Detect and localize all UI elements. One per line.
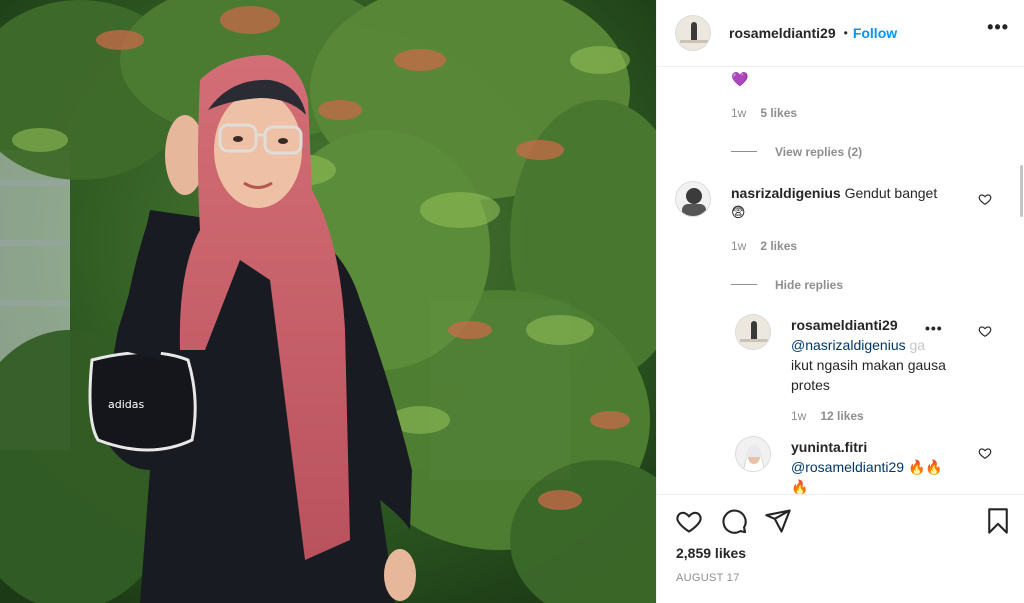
comment-time: 1w bbox=[731, 106, 747, 120]
more-options-icon[interactable]: ••• bbox=[987, 18, 1009, 36]
reply-mention[interactable]: @rosameldianti29 bbox=[791, 459, 904, 475]
author-username[interactable]: rosameldianti29 bbox=[729, 25, 836, 41]
bookmark-icon[interactable] bbox=[984, 507, 1012, 535]
comment-body: nasrizaldigenius Gendut banget bbox=[731, 183, 971, 203]
post-actions: 2,859 likes AUGUST 17 bbox=[657, 494, 1024, 603]
reply-mention[interactable]: @nasrizaldigenius bbox=[791, 337, 906, 353]
reply-time: 1w bbox=[791, 409, 807, 423]
post-detail-panel: rosameldianti29 • Follow ••• 💜 1w 5 likes… bbox=[656, 0, 1024, 603]
post-date[interactable]: AUGUST 17 bbox=[676, 572, 740, 584]
reply-avatar[interactable] bbox=[735, 314, 771, 350]
reply-text-line3: protes bbox=[791, 377, 830, 393]
reply-like-heart-icon[interactable] bbox=[978, 446, 992, 460]
reply-avatar[interactable] bbox=[735, 436, 771, 472]
reply-body: rosameldianti29 @nasrizaldigenius ga iku… bbox=[791, 315, 981, 395]
comment-likes[interactable]: 2 likes bbox=[760, 239, 797, 253]
commenter-avatar-image bbox=[676, 182, 710, 216]
reply-username[interactable]: yuninta.fitri bbox=[791, 439, 867, 455]
comment-row bbox=[675, 181, 711, 217]
reply-avatar-image bbox=[736, 315, 770, 349]
replies-line bbox=[731, 151, 757, 153]
reply-more-icon[interactable]: ••• bbox=[925, 321, 943, 335]
post-header: rosameldianti29 • Follow ••• bbox=[657, 0, 1024, 67]
author-avatar[interactable] bbox=[675, 15, 711, 51]
comment-bubble-icon[interactable] bbox=[720, 507, 748, 535]
comments-scrollbar[interactable] bbox=[1020, 165, 1023, 217]
header-separator: • bbox=[843, 26, 848, 40]
replies-line bbox=[731, 284, 757, 286]
post-photo[interactable]: adidas bbox=[0, 0, 656, 603]
commenter-avatar[interactable] bbox=[675, 181, 711, 217]
post-likes-count[interactable]: 2,859 likes bbox=[676, 545, 746, 561]
hide-replies-link[interactable]: Hide replies bbox=[775, 278, 843, 292]
reply-emoji: 🔥🔥 bbox=[907, 459, 943, 475]
reply-body: yuninta.fitri @rosameldianti29 🔥🔥 🔥 bbox=[791, 437, 981, 494]
reply-emoji-line2: 🔥 bbox=[791, 479, 809, 494]
comment-emoji: 💜 bbox=[731, 71, 749, 87]
svg-text:adidas: adidas bbox=[108, 398, 145, 411]
view-replies-link[interactable]: View replies (2) bbox=[775, 145, 862, 159]
heart-outline-icon[interactable] bbox=[675, 507, 703, 535]
commenter-username[interactable]: nasrizaldigenius bbox=[731, 185, 841, 201]
comment-text: Gendut banget bbox=[844, 185, 938, 201]
hide-replies-row[interactable]: Hide replies bbox=[731, 276, 843, 294]
author-avatar-image bbox=[676, 16, 710, 50]
reply-text-faded: ga bbox=[909, 337, 926, 353]
paper-plane-icon[interactable] bbox=[764, 507, 792, 535]
comment-time: 1w bbox=[731, 239, 747, 253]
post-photo-image: adidas bbox=[0, 0, 656, 603]
comment-like-heart-icon[interactable] bbox=[978, 192, 992, 206]
reply-avatar-wrap bbox=[735, 314, 771, 350]
comment-emoji: 😨 bbox=[731, 204, 746, 220]
comment-meta: 1w 2 likes bbox=[731, 239, 797, 253]
reply-avatar-wrap bbox=[735, 436, 771, 472]
view-replies-row[interactable]: View replies (2) bbox=[731, 143, 862, 161]
follow-button[interactable]: Follow bbox=[853, 25, 897, 41]
comment-likes[interactable]: 5 likes bbox=[760, 106, 797, 120]
comments-list[interactable]: 💜 1w 5 likes View replies (2) nasrizaldig… bbox=[657, 67, 1024, 494]
reply-username[interactable]: rosameldianti29 bbox=[791, 317, 898, 333]
reply-likes[interactable]: 12 likes bbox=[820, 409, 863, 423]
reply-like-heart-icon[interactable] bbox=[978, 324, 992, 338]
reply-meta: 1w 12 likes bbox=[791, 409, 864, 423]
comment-meta: 1w 5 likes bbox=[731, 106, 797, 120]
reply-text-line2: ikut ngasih makan gausa bbox=[791, 357, 946, 373]
reply-avatar-image bbox=[736, 437, 770, 471]
